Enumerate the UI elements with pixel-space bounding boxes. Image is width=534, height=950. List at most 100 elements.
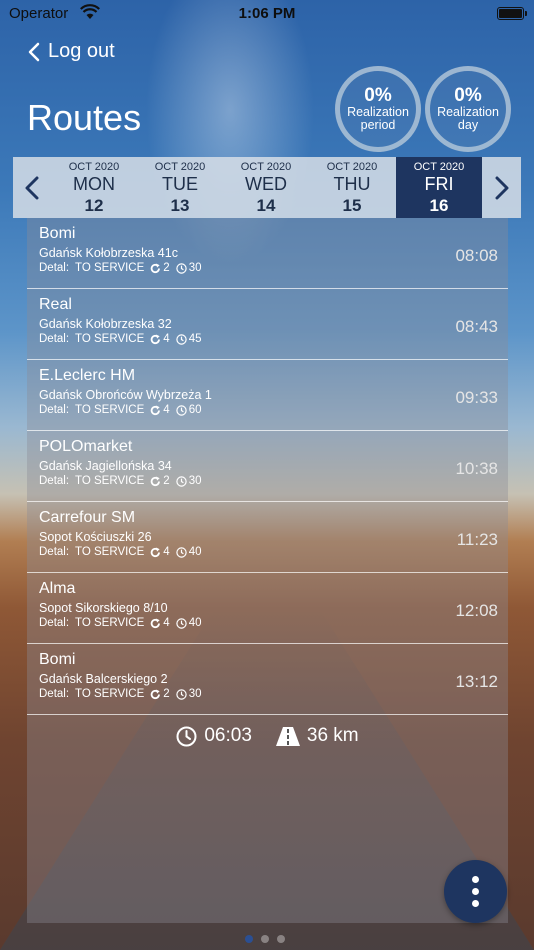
- route-detail: Detal: TO SERVICE 4 45: [39, 333, 208, 345]
- day-of-week: MON: [73, 174, 115, 194]
- previous-week-button[interactable]: [13, 157, 51, 218]
- clock-icon: [176, 617, 187, 629]
- route-time: 09:33: [455, 388, 498, 407]
- route-row[interactable]: Alma Sopot Sikorskiego 8/10 Detal: TO SERVI…: [27, 573, 508, 644]
- gauge-label: day: [457, 118, 479, 132]
- service-type: TO SERVICE: [75, 404, 145, 416]
- repeat-count: 4: [163, 617, 170, 629]
- day-number: 12: [84, 196, 104, 215]
- route-detail: Detal: TO SERVICE 4 40: [39, 546, 208, 558]
- repeat-icon: [151, 405, 161, 415]
- repeat-count: 2: [163, 688, 170, 700]
- day-number: 14: [256, 196, 276, 215]
- route-row[interactable]: Carrefour SM Sopot Kościuszki 26 Detal: TO …: [27, 502, 508, 573]
- logout-label: Log out: [48, 40, 115, 62]
- status-bar: Operator 1:06 PM: [0, 0, 534, 28]
- more-vertical-icon-dot: [472, 900, 479, 907]
- day-of-week: THU: [333, 174, 371, 194]
- clock-icon: [176, 262, 187, 274]
- day-month: OCT 2020: [326, 161, 378, 173]
- visit-minutes: 45: [188, 333, 202, 345]
- page-indicator: [241, 935, 289, 943]
- clock: 1:06 PM: [238, 5, 296, 22]
- day-tab-fri[interactable]: OCT 2020 FRI 16: [396, 157, 482, 218]
- route-store-name: Alma: [39, 580, 76, 597]
- route-row[interactable]: E.Leclerc HM Gdańsk Obrońców Wybrzeża 1 De…: [27, 360, 508, 431]
- route-row[interactable]: Real Gdańsk Kołobrzeska 32 Detal: TO SERVIC…: [27, 289, 508, 360]
- service-type: TO SERVICE: [75, 262, 145, 274]
- route-row[interactable]: POLOmarket Gdańsk Jagiellońska 34 Detal: TO…: [27, 431, 508, 502]
- service-type: TO SERVICE: [75, 688, 145, 700]
- route-address: Sopot Sikorskiego 8/10: [39, 601, 168, 615]
- day-selector: OCT 2020 MON 12 OCT 2020 TUE 13 OCT 2020…: [13, 157, 521, 218]
- repeat-icon: [151, 263, 161, 273]
- more-options-button[interactable]: [444, 860, 507, 923]
- route-time: 12:08: [455, 601, 498, 620]
- day-tab-mon[interactable]: OCT 2020 MON 12: [51, 157, 137, 218]
- page-dot[interactable]: [245, 935, 253, 943]
- route-time: 08:43: [455, 317, 498, 336]
- visit-minutes: 30: [188, 688, 202, 700]
- route-time: 13:12: [455, 672, 498, 691]
- day-number: 15: [342, 196, 362, 215]
- chevron-right-icon: [495, 176, 509, 199]
- route-address: Gdańsk Kołobrzeska 32: [39, 317, 172, 331]
- visit-minutes: 40: [188, 546, 202, 558]
- clock-icon: [176, 546, 187, 558]
- route-address: Gdańsk Obrońców Wybrzeża 1: [39, 388, 212, 402]
- clock-icon: [176, 726, 197, 746]
- chevron-left-icon: [25, 176, 39, 199]
- page-dot[interactable]: [277, 935, 285, 943]
- gauge-value: 0%: [364, 85, 392, 106]
- day-number: 16: [429, 196, 449, 215]
- route-store-name: Bomi: [39, 225, 76, 242]
- route-address: Gdańsk Jagiellońska 34: [39, 459, 172, 473]
- more-vertical-icon-dot: [472, 888, 479, 895]
- repeat-icon: [151, 476, 161, 486]
- repeat-icon: [151, 618, 161, 628]
- battery-icon: [497, 7, 527, 20]
- day-of-week: WED: [245, 174, 287, 194]
- clock-icon: [176, 333, 187, 345]
- route-row[interactable]: Bomi Gdańsk Kołobrzeska 41c Detal: TO SERVI…: [27, 218, 508, 289]
- detail-label: Detal:: [39, 546, 70, 558]
- page-dot[interactable]: [261, 935, 269, 943]
- route-store-name: POLOmarket: [39, 438, 133, 455]
- logout-button[interactable]: Log out: [28, 40, 115, 63]
- day-tab-tue[interactable]: OCT 2020 TUE 13: [137, 157, 223, 218]
- day-month: OCT 2020: [240, 161, 292, 173]
- visit-minutes: 30: [188, 475, 202, 487]
- repeat-count: 4: [163, 404, 170, 416]
- route-time: 11:23: [456, 530, 498, 549]
- gauge-label: period: [360, 118, 396, 132]
- realization-period-gauge: 0% Realization period: [335, 66, 421, 152]
- visit-minutes: 40: [188, 617, 202, 629]
- more-vertical-icon: [472, 876, 479, 883]
- route-detail: Detal: TO SERVICE 2 30: [39, 688, 208, 700]
- route-store-name: E.Leclerc HM: [39, 367, 136, 384]
- service-type: TO SERVICE: [75, 333, 145, 345]
- gauge-value: 0%: [454, 85, 482, 106]
- day-tab-thu[interactable]: OCT 2020 THU 15: [309, 157, 395, 218]
- detail-label: Detal:: [39, 404, 70, 416]
- repeat-count: 4: [163, 546, 170, 558]
- service-type: TO SERVICE: [75, 617, 145, 629]
- day-number: 13: [170, 196, 190, 215]
- day-tab-wed[interactable]: OCT 2020 WED 14: [223, 157, 309, 218]
- visit-minutes: 60: [188, 404, 202, 416]
- repeat-count: 2: [163, 475, 170, 487]
- route-list: Bomi Gdańsk Kołobrzeska 41c Detal: TO SERVI…: [27, 218, 508, 923]
- next-week-button[interactable]: [483, 157, 521, 218]
- service-type: TO SERVICE: [75, 546, 145, 558]
- route-store-name: Carrefour SM: [39, 509, 136, 526]
- repeat-count: 2: [163, 262, 170, 274]
- detail-label: Detal:: [39, 617, 70, 629]
- detail-label: Detal:: [39, 475, 70, 487]
- day-month: OCT 2020: [154, 161, 206, 173]
- repeat-icon: [151, 334, 161, 344]
- repeat-count: 4: [163, 333, 170, 345]
- route-address: Gdańsk Balcerskiego 2: [39, 672, 168, 686]
- day-month: OCT 2020: [413, 161, 465, 173]
- day-of-week: TUE: [162, 174, 198, 194]
- route-row[interactable]: Bomi Gdańsk Balcerskiego 2 Detal: TO SERVIC…: [27, 644, 508, 715]
